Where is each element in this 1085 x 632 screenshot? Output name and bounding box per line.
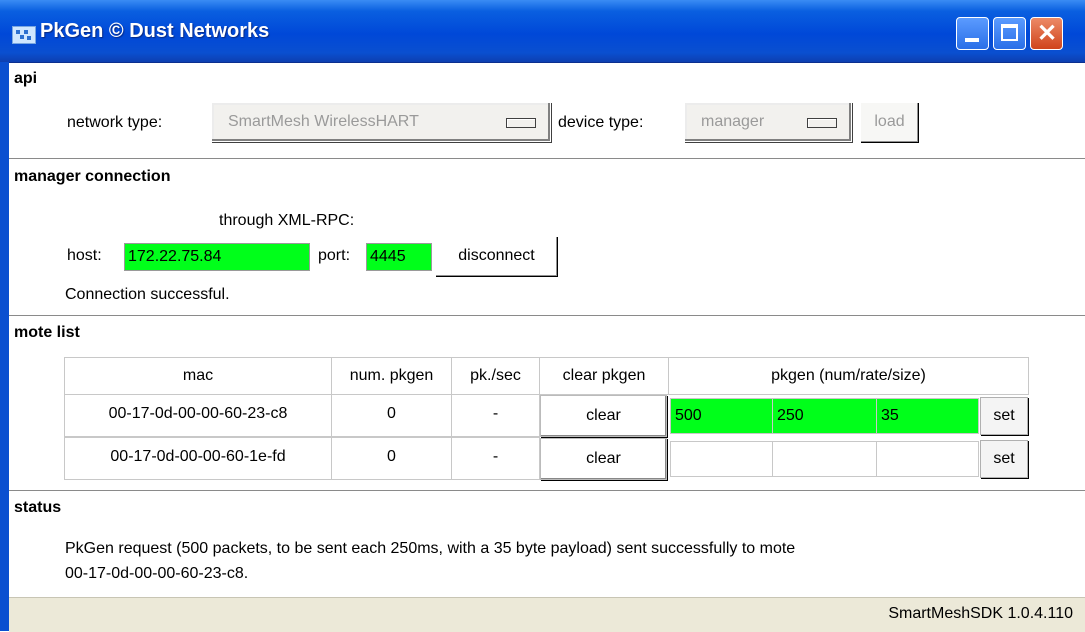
manager-connection-section-title: manager connection [14, 168, 171, 185]
mote-pk-sec: - [451, 394, 540, 437]
connection-status-message: Connection successful. [65, 286, 230, 303]
device-type-label: device type: [558, 114, 644, 131]
window-left-border [0, 62, 9, 631]
column-header-mac: mac [64, 357, 332, 395]
pkgen-rate-input[interactable] [772, 441, 877, 477]
network-type-dropdown[interactable]: SmartMesh WirelessHART [211, 102, 551, 142]
disconnect-button[interactable]: disconnect [435, 236, 557, 276]
mote-table: mac num. pkgen pk./sec clear pkgen pkgen… [64, 357, 1029, 482]
clear-pkgen-button[interactable]: clear [540, 438, 667, 480]
clear-pkgen-button[interactable]: clear [540, 395, 667, 437]
minimize-icon [965, 38, 979, 42]
close-icon: ✕ [1037, 20, 1058, 47]
device-type-dropdown[interactable]: manager [684, 102, 852, 142]
pkgen-num-input[interactable] [670, 441, 773, 477]
set-pkgen-button[interactable]: set [980, 440, 1028, 478]
maximize-button[interactable] [993, 17, 1026, 50]
network-type-label: network type: [67, 114, 163, 131]
pkgen-size-input[interactable]: 35 [876, 398, 979, 434]
column-header-clear-pkgen: clear pkgen [539, 357, 669, 395]
through-xmlrpc-label: through XML-RPC: [219, 212, 355, 229]
mote-pk-sec: - [451, 437, 540, 480]
app-icon [12, 26, 36, 44]
sdk-version-label: SmartMeshSDK 1.0.4.110 [888, 605, 1073, 622]
mote-num-pkgen: 0 [331, 394, 452, 437]
port-label: port: [318, 247, 351, 264]
table-row: 00-17-0d-00-00-60-23-c8 0 - clear 500 25… [64, 394, 1029, 437]
mote-num-pkgen: 0 [331, 437, 452, 480]
mote-mac: 00-17-0d-00-00-60-23-c8 [64, 394, 332, 437]
pkgen-num-input[interactable]: 500 [670, 398, 773, 434]
section-divider [9, 158, 1085, 159]
section-divider [9, 315, 1085, 316]
device-type-value: manager [701, 113, 765, 130]
close-button[interactable]: ✕ [1030, 17, 1063, 50]
load-button[interactable]: load [860, 102, 918, 142]
api-section-title: api [14, 70, 38, 87]
status-message-line2: 00-17-0d-00-00-60-23-c8. [65, 565, 249, 582]
host-label: host: [67, 247, 102, 264]
column-header-pkgen: pkgen (num/rate/size) [668, 357, 1029, 395]
mote-list-section-title: mote list [14, 324, 80, 341]
dropdown-indicator-icon [807, 118, 837, 128]
column-header-num-pkgen: num. pkgen [331, 357, 452, 395]
port-input[interactable]: 4445 [366, 243, 432, 271]
column-header-pk-sec: pk./sec [451, 357, 540, 395]
title-bar[interactable]: PkGen © Dust Networks ✕ [0, 0, 1085, 63]
status-message-line1: PkGen request (500 packets, to be sent e… [65, 540, 796, 557]
host-input[interactable]: 172.22.75.84 [124, 243, 310, 271]
minimize-button[interactable] [956, 17, 989, 50]
status-section-title: status [14, 499, 62, 516]
pkgen-size-input[interactable] [876, 441, 979, 477]
pkgen-rate-input[interactable]: 250 [772, 398, 877, 434]
set-pkgen-button[interactable]: set [980, 397, 1028, 435]
mote-mac: 00-17-0d-00-00-60-1e-fd [64, 437, 332, 480]
section-divider [9, 490, 1085, 491]
table-row: 00-17-0d-00-00-60-1e-fd 0 - clear set [64, 437, 1029, 480]
dropdown-indicator-icon [506, 118, 536, 128]
maximize-icon [1001, 24, 1018, 41]
window-title: PkGen © Dust Networks [40, 20, 270, 42]
status-bar: SmartMeshSDK 1.0.4.110 [9, 597, 1085, 632]
network-type-value: SmartMesh WirelessHART [228, 113, 419, 130]
